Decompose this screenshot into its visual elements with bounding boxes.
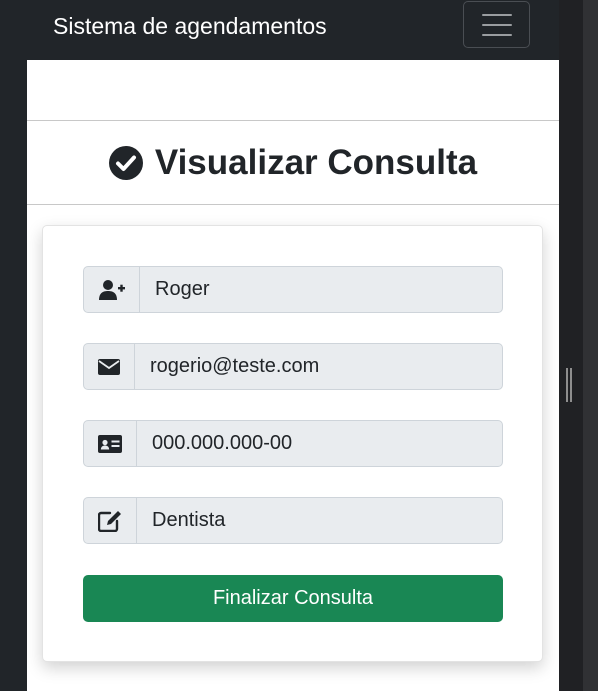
document-field: 000.000.000-00: [83, 420, 503, 467]
document-value[interactable]: 000.000.000-00: [152, 421, 292, 466]
divider: [27, 204, 559, 205]
id-card-icon: [98, 434, 122, 453]
field-addon: [84, 267, 140, 312]
navbar-toggle-button[interactable]: [463, 1, 530, 48]
field-addon: [84, 344, 135, 389]
page-title: Visualizar Consulta: [154, 143, 478, 182]
resize-handle[interactable]: [566, 368, 572, 402]
envelope-icon: [98, 358, 120, 375]
field-addon: [84, 421, 137, 466]
edit-icon: [98, 510, 121, 532]
hamburger-bar: [482, 24, 512, 26]
left-gutter: [0, 0, 27, 691]
consultation-card: Roger rogerio@teste.com 000.000.000-00 D…: [42, 225, 543, 662]
patient-name-field: Roger: [83, 266, 503, 313]
navbar-brand[interactable]: Sistema de agendamentos: [53, 12, 327, 40]
navbar: Sistema de agendamentos: [27, 0, 559, 60]
finalize-consultation-button[interactable]: Finalizar Consulta: [83, 575, 503, 622]
field-addon: [84, 498, 137, 543]
hamburger-bar: [482, 14, 512, 16]
panel-rail: [583, 0, 598, 691]
page-content: Visualizar Consulta Roger rogerio@teste.…: [27, 60, 559, 691]
divider: [27, 120, 559, 121]
hamburger-bar: [482, 34, 512, 36]
specialty-value[interactable]: Dentista: [152, 498, 225, 543]
resize-grip-line: [566, 368, 568, 402]
email-value[interactable]: rogerio@teste.com: [150, 344, 319, 389]
resize-grip-line: [570, 368, 572, 402]
page-header: Visualizar Consulta: [27, 142, 559, 184]
side-panel: [559, 0, 598, 691]
app-window: Sistema de agendamentos Visualizar Consu…: [0, 0, 598, 691]
check-circle-icon: [108, 146, 143, 180]
patient-name-value[interactable]: Roger: [155, 267, 209, 312]
user-plus-icon: [98, 279, 125, 300]
specialty-field: Dentista: [83, 497, 503, 544]
scroll-track: [559, 0, 583, 691]
email-field: rogerio@teste.com: [83, 343, 503, 390]
